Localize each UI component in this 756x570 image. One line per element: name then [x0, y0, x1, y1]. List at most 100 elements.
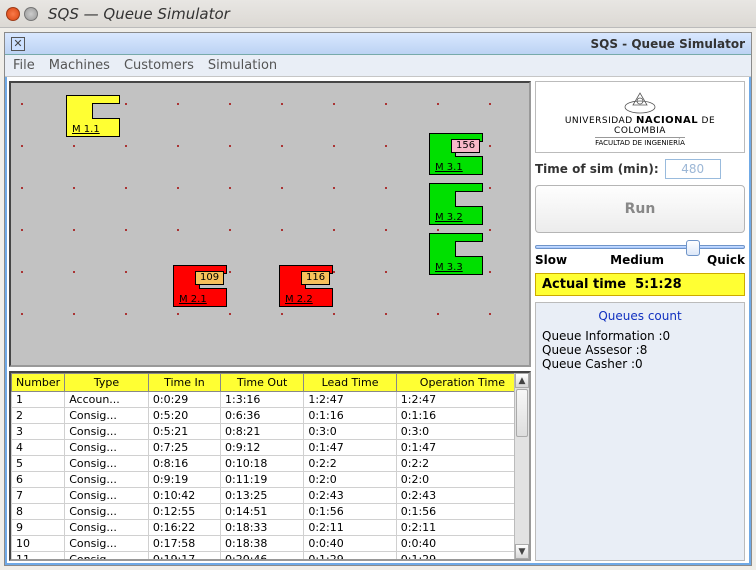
table-row[interactable]: 1Accoun...0:0:291:3:161:2:471:2:47 [12, 392, 529, 408]
cell: 0:17:58 [148, 536, 220, 552]
slider-label-quick: Quick [707, 253, 745, 267]
logo-text-2: NACIONAL [636, 115, 698, 126]
crest-icon [623, 87, 657, 115]
slider-label-slow: Slow [535, 253, 567, 267]
ticket-109: 109 [195, 271, 224, 285]
cell: 0:3:0 [304, 424, 396, 440]
menu-file[interactable]: File [13, 58, 35, 73]
queues-panel: Queues count Queue Information :0Queue A… [535, 302, 745, 561]
cell: 5 [12, 456, 65, 472]
cell: 0:2:2 [304, 456, 396, 472]
scroll-thumb[interactable] [516, 389, 528, 437]
cell: 0:9:19 [148, 472, 220, 488]
cell: 0:18:38 [221, 536, 304, 552]
table-row[interactable]: 3Consig...0:5:210:8:210:3:00:3:0 [12, 424, 529, 440]
table-row[interactable]: 8Consig...0:12:550:14:510:1:560:1:56 [12, 504, 529, 520]
table-row[interactable]: 4Consig...0:7:250:9:120:1:470:1:47 [12, 440, 529, 456]
cell: 0:2:2 [396, 456, 528, 472]
cell: 0:3:0 [396, 424, 528, 440]
cell: 0:8:21 [221, 424, 304, 440]
slider-label-medium: Medium [610, 253, 664, 267]
cell: Consig... [65, 488, 149, 504]
sim-time-label: Time of sim (min): [535, 162, 659, 176]
cell: 10 [12, 536, 65, 552]
table-row[interactable]: 6Consig...0:9:190:11:190:2:00:2:0 [12, 472, 529, 488]
cell: Consig... [65, 424, 149, 440]
cell: 0:1:16 [396, 408, 528, 424]
results-table: NumberTypeTime InTime OutLead TimeOperat… [11, 373, 529, 561]
cell: 0:2:11 [396, 520, 528, 536]
cell: Consig... [65, 456, 149, 472]
col-time-out[interactable]: Time Out [221, 374, 304, 392]
cell: 0:10:42 [148, 488, 220, 504]
actual-time-value: 5:1:28 [635, 277, 682, 292]
cell: 0:13:25 [221, 488, 304, 504]
cell: 0:0:40 [396, 536, 528, 552]
cell: 0:2:43 [396, 488, 528, 504]
scroll-down-icon[interactable]: ▼ [515, 544, 529, 559]
window-title: SQS - Queue Simulator [591, 37, 745, 51]
scroll-up-icon[interactable]: ▲ [515, 373, 529, 388]
cell: Consig... [65, 520, 149, 536]
cell: 0:19:17 [148, 552, 220, 562]
menu-customers[interactable]: Customers [124, 58, 194, 73]
cell: 0:2:43 [304, 488, 396, 504]
table-row[interactable]: 7Consig...0:10:420:13:250:2:430:2:43 [12, 488, 529, 504]
machine-m33[interactable]: M 3.3 [429, 233, 483, 275]
university-logo: UNIVERSIDAD NACIONAL DE COLOMBIA FACULTA… [535, 81, 745, 153]
cell: 0:5:20 [148, 408, 220, 424]
table-scrollbar[interactable]: ▲ ▼ [514, 373, 529, 559]
col-time-in[interactable]: Time In [148, 374, 220, 392]
cell: 0:8:16 [148, 456, 220, 472]
window-close-icon[interactable]: ✕ [11, 37, 25, 51]
os-minimize-button[interactable] [24, 7, 38, 21]
os-close-button[interactable] [6, 7, 20, 21]
cell: 11 [12, 552, 65, 562]
col-operation-time[interactable]: Operation Time [396, 374, 528, 392]
cell: 8 [12, 504, 65, 520]
menu-machines[interactable]: Machines [49, 58, 110, 73]
cell: 0:16:22 [148, 520, 220, 536]
cell: 0:1:16 [304, 408, 396, 424]
simulation-canvas[interactable]: M 1.1 M 2.1109 M 2.2116 M 3.1156 M 3.2 M 3.3 [9, 81, 531, 367]
run-button[interactable]: Run [535, 185, 745, 233]
table-row[interactable]: 5Consig...0:8:160:10:180:2:20:2:2 [12, 456, 529, 472]
cell: 0:1:56 [304, 504, 396, 520]
cell: Consig... [65, 504, 149, 520]
cell: 0:2:0 [304, 472, 396, 488]
cell: 1:2:47 [304, 392, 396, 408]
cell: 2 [12, 408, 65, 424]
cell: 1:2:47 [396, 392, 528, 408]
cell: 0:12:55 [148, 504, 220, 520]
cell: 0:18:33 [221, 520, 304, 536]
cell: 4 [12, 440, 65, 456]
cell: 0:0:29 [148, 392, 220, 408]
cell: 0:1:47 [304, 440, 396, 456]
sim-time-input[interactable] [665, 159, 721, 179]
cell: 0:1:47 [396, 440, 528, 456]
cell: Consig... [65, 536, 149, 552]
cell: 1 [12, 392, 65, 408]
table-row[interactable]: 9Consig...0:16:220:18:330:2:110:2:11 [12, 520, 529, 536]
machine-m21[interactable]: M 2.1109 [173, 265, 227, 307]
machine-m11[interactable]: M 1.1 [66, 95, 120, 137]
machine-m31[interactable]: M 3.1156 [429, 133, 483, 175]
cell: 0:6:36 [221, 408, 304, 424]
speed-slider[interactable]: Slow Medium Quick [535, 245, 745, 267]
col-lead-time[interactable]: Lead Time [304, 374, 396, 392]
queues-header: Queues count [542, 309, 738, 323]
table-row[interactable]: 10Consig...0:17:580:18:380:0:400:0:40 [12, 536, 529, 552]
machine-m22[interactable]: M 2.2116 [279, 265, 333, 307]
cell: 0:1:29 [304, 552, 396, 562]
machine-m32[interactable]: M 3.2 [429, 183, 483, 225]
table-row[interactable]: 11Consig...0:19:170:20:460:1:290:1:29 [12, 552, 529, 562]
cell: Consig... [65, 472, 149, 488]
table-row[interactable]: 2Consig...0:5:200:6:360:1:160:1:16 [12, 408, 529, 424]
slider-thumb[interactable] [686, 240, 700, 256]
menu-simulation[interactable]: Simulation [208, 58, 277, 73]
col-type[interactable]: Type [65, 374, 149, 392]
actual-time-label: Actual time [542, 277, 626, 292]
col-number[interactable]: Number [12, 374, 65, 392]
os-title: SQS — Queue Simulator [48, 5, 230, 23]
cell: 1:3:16 [221, 392, 304, 408]
